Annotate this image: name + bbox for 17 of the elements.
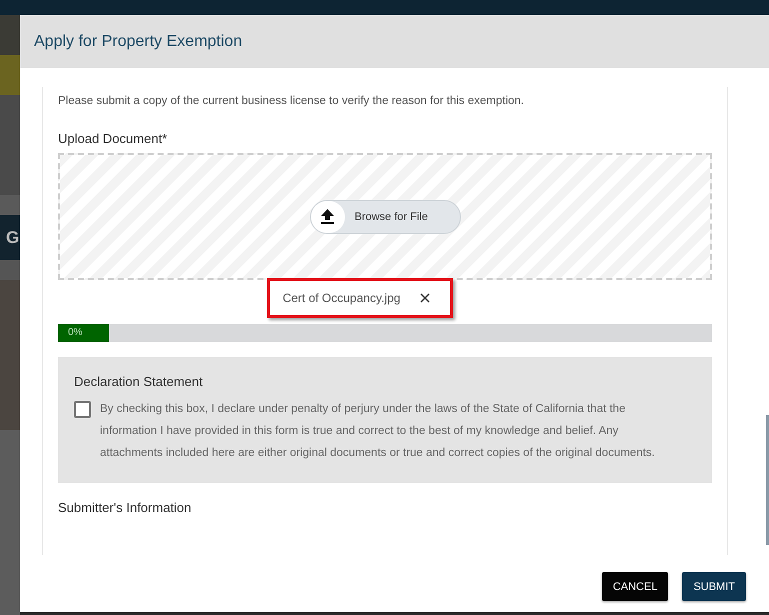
backdrop-text: G: [6, 228, 20, 248]
progress-reading: 0%: [68, 327, 82, 338]
checkbox[interactable]: [74, 401, 91, 418]
submit-button[interactable]: SUBMIT: [682, 572, 746, 601]
instructions-text: Please submit a copy of the current business license to verify the reason for this exemption.: [58, 95, 525, 107]
declaration-heading: Declaration Statement: [74, 374, 204, 389]
dialog-title: Apply for Property Exemption: [34, 32, 242, 50]
declaration-text: By checking this box, I declare under penalty of perjury under the laws of the State of California that the information I have provided in this form is true and correct to the best of my knowledge and belief. Any attachments included here are either original documents or true and correct copies of the original documents.: [100, 402, 656, 461]
upload-icon: [321, 209, 334, 224]
cancel-button[interactable]: CANCEL: [602, 572, 668, 601]
close-icon[interactable]: [420, 293, 430, 303]
submitter-heading: Submitter's Information: [58, 500, 192, 515]
file-name: Cert of Occupancy.jpg: [282, 291, 400, 305]
upload-drop-zone[interactable]: Browse for File: [58, 153, 712, 280]
browse-button[interactable]: Browse for File: [310, 200, 460, 234]
upload-label: Upload Document*: [58, 131, 168, 146]
scrollbar-thumb[interactable]: [766, 415, 769, 545]
